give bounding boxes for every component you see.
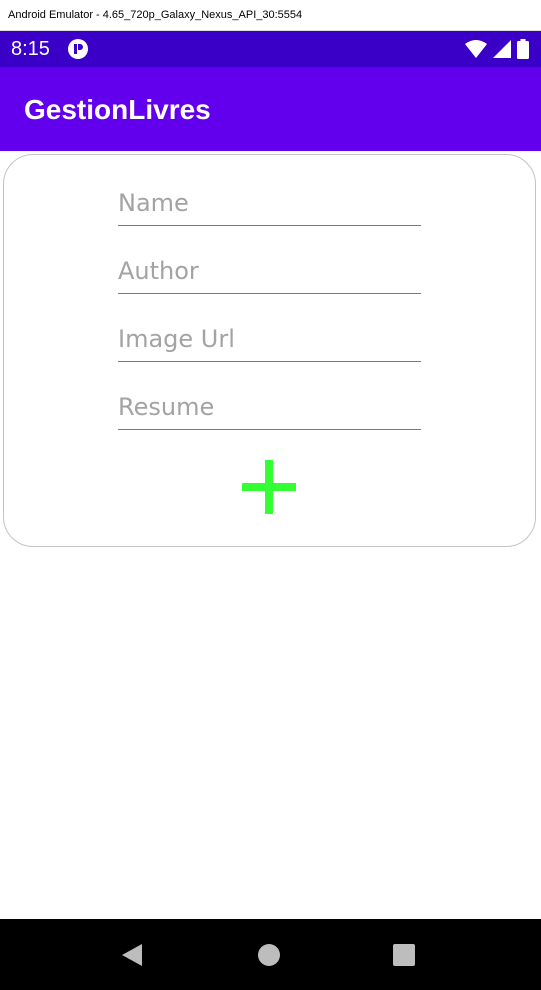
app-title: GestionLivres [24, 94, 211, 125]
notification-icon [68, 39, 88, 59]
wifi-icon [465, 40, 487, 58]
plus-icon [242, 460, 296, 514]
name-field-container [118, 181, 421, 226]
image-url-field-container [118, 317, 421, 362]
battery-icon [517, 39, 529, 59]
author-input[interactable] [118, 249, 421, 293]
add-book-button[interactable] [240, 458, 298, 516]
signal-icon [493, 40, 511, 58]
recents-icon[interactable] [390, 941, 418, 969]
name-input[interactable] [118, 181, 421, 225]
back-icon[interactable] [118, 941, 146, 969]
home-icon[interactable] [255, 941, 283, 969]
status-icons [465, 39, 529, 59]
resume-field-container [118, 385, 421, 430]
status-time: 8:15 [11, 38, 50, 60]
resume-input[interactable] [118, 385, 421, 429]
add-book-form-card [3, 154, 536, 547]
app-bar: GestionLivres [0, 67, 541, 151]
navigation-bar [0, 919, 541, 990]
status-bar: 8:15 [0, 31, 541, 67]
author-field-container [118, 249, 421, 294]
emulator-window-title: Android Emulator - 4.65_720p_Galaxy_Nexu… [0, 0, 541, 31]
image-url-input[interactable] [118, 317, 421, 361]
